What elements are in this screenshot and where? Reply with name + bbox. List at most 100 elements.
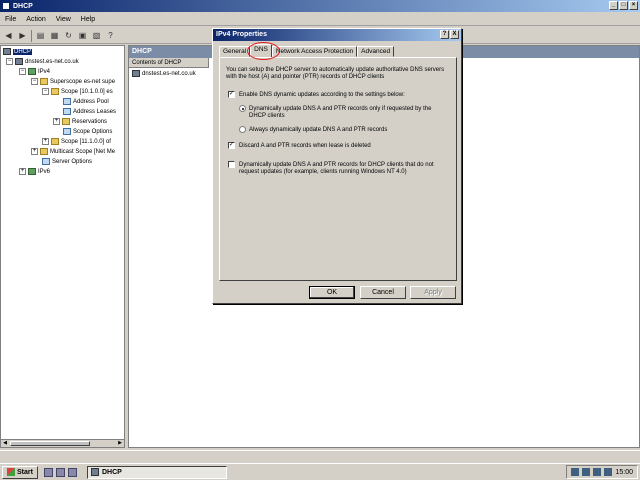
dialog-close-button[interactable]: X: [450, 30, 459, 39]
refresh-icon[interactable]: ↻: [63, 30, 74, 41]
dns-tab-panel: You can setup the DHCP server to automat…: [219, 57, 457, 281]
discard-records-label: Discard A and PTR records when lease is …: [239, 143, 371, 149]
address-pool-icon: [63, 98, 71, 105]
collapse-icon[interactable]: −: [6, 58, 13, 65]
tree-node-scope-10[interactable]: − Scope [10.1.0.0] es: [42, 87, 113, 96]
close-button[interactable]: ×: [629, 1, 638, 10]
always-update-label: Always dynamically update DNS A and PTR …: [249, 127, 388, 133]
collapse-icon[interactable]: −: [19, 68, 26, 75]
scope-icon: [51, 88, 59, 95]
tree-node-server-options[interactable]: Server Options: [42, 157, 92, 166]
ok-button[interactable]: OK: [309, 286, 355, 299]
expand-icon[interactable]: +: [53, 118, 60, 125]
scroll-right-icon[interactable]: ▶: [116, 440, 124, 447]
main-titlebar: DHCP _ □ ×: [0, 0, 640, 12]
toolbar-separator: [31, 29, 32, 42]
console-tree[interactable]: DHCP − dnstest.es-net.co.uk − IPv4 − Sup…: [0, 45, 125, 448]
tree-node-superscope[interactable]: − Superscope es-net supe: [31, 77, 115, 86]
multicast-scope-icon: [40, 148, 48, 155]
dns-intro-text: You can setup the DHCP server to automat…: [226, 67, 445, 80]
update-nonrequesting-checkbox[interactable]: [228, 161, 235, 168]
back-icon[interactable]: ◀: [3, 30, 14, 41]
collapse-icon[interactable]: −: [31, 78, 38, 85]
always-update-radio[interactable]: [239, 126, 246, 133]
server-options-icon: [42, 158, 50, 165]
system-tray: 15:00: [566, 465, 638, 479]
update-nonrequesting-label: Dynamically update DNS A and PTR records…: [239, 162, 434, 175]
dhcp-app-icon: [2, 2, 10, 10]
tree-horizontal-scrollbar[interactable]: ◀ ▶: [1, 439, 124, 447]
update-if-requested-label: Dynamically update DNS A and PTR records…: [249, 106, 432, 119]
tree-node-address-pool[interactable]: Address Pool: [63, 97, 109, 106]
tree-node-server[interactable]: − dnstest.es-net.co.uk: [6, 57, 79, 66]
tree-node-ipv6[interactable]: + IPv6: [19, 167, 50, 176]
tree-node-scope-options[interactable]: Scope Options: [63, 127, 112, 136]
expand-icon[interactable]: +: [19, 168, 26, 175]
show-hide-tree-icon[interactable]: ▦: [49, 30, 60, 41]
show-desktop-icon[interactable]: [43, 467, 53, 477]
expand-icon[interactable]: +: [42, 138, 49, 145]
server-manager-icon[interactable]: [55, 467, 65, 477]
column-header-contents[interactable]: Contents of DHCP: [129, 58, 209, 68]
enable-dns-checkbox[interactable]: ✓: [228, 91, 235, 98]
menu-bar: File Action View Help: [0, 13, 640, 26]
expand-icon[interactable]: +: [31, 148, 38, 155]
dhcp-task-icon: [90, 468, 99, 476]
dialog-controls: ? X: [440, 30, 459, 39]
export-icon[interactable]: ▣: [77, 30, 88, 41]
apply-button[interactable]: Apply: [410, 286, 456, 299]
menu-action[interactable]: Action: [26, 16, 45, 23]
computer-icon[interactable]: [604, 468, 613, 476]
tab-dns[interactable]: DNS: [247, 42, 280, 60]
help-icon[interactable]: ?: [105, 30, 116, 41]
window-controls: _ □ ×: [609, 1, 638, 10]
taskbar: Start DHCP 15:00: [0, 463, 640, 480]
taskbar-item-dhcp[interactable]: DHCP: [86, 465, 227, 479]
dialog-tabs: General DNS Network Access Protection Ad…: [219, 42, 395, 60]
start-button[interactable]: Start: [2, 465, 38, 479]
discard-records-checkbox[interactable]: ✓: [228, 142, 235, 149]
reservations-icon: [62, 118, 70, 125]
minimize-button[interactable]: _: [609, 1, 618, 10]
superscope-icon: [40, 78, 48, 85]
dialog-title: IPv4 Properties: [216, 31, 267, 38]
ipv4-properties-dialog: IPv4 Properties ? X General DNS Network …: [212, 28, 462, 304]
up-icon[interactable]: ▤: [35, 30, 46, 41]
dialog-titlebar: IPv4 Properties ? X: [213, 29, 461, 41]
tree-node-multicast-scope[interactable]: + Multicast Scope [Net Me: [31, 147, 115, 156]
properties-icon[interactable]: ▧: [91, 30, 102, 41]
window-title: DHCP: [13, 2, 33, 10]
server-icon: [132, 70, 140, 77]
tree-node-dhcp[interactable]: DHCP: [3, 47, 33, 56]
tree-node-address-leases[interactable]: Address Leases: [63, 107, 116, 116]
explorer-icon[interactable]: [67, 467, 77, 477]
cancel-button[interactable]: Cancel: [360, 286, 406, 299]
tab-advanced[interactable]: Advanced: [357, 46, 395, 57]
network-icon[interactable]: [571, 468, 580, 476]
forward-icon[interactable]: ▶: [17, 30, 28, 41]
server-icon: [15, 58, 23, 65]
tree-node-ipv4[interactable]: − IPv4: [19, 67, 50, 76]
scroll-left-icon[interactable]: ◀: [1, 440, 9, 447]
address-leases-icon: [63, 108, 71, 115]
volume-icon[interactable]: [582, 468, 591, 476]
clock[interactable]: 15:00: [615, 469, 633, 476]
tab-network-access-protection[interactable]: Network Access Protection: [271, 46, 358, 57]
dhcp-root-icon: [3, 48, 11, 55]
menu-help[interactable]: Help: [81, 16, 95, 23]
quick-launch: [43, 467, 77, 477]
help-button[interactable]: ?: [440, 30, 449, 39]
tab-general[interactable]: General: [219, 46, 251, 57]
security-icon[interactable]: [593, 468, 602, 476]
collapse-icon[interactable]: −: [42, 88, 49, 95]
maximize-button[interactable]: □: [619, 1, 628, 10]
menu-view[interactable]: View: [56, 16, 71, 23]
menu-file[interactable]: File: [5, 16, 16, 23]
status-bar: [0, 450, 640, 462]
tree-node-reservations[interactable]: + Reservations: [53, 117, 107, 126]
update-if-requested-radio[interactable]: [239, 105, 246, 112]
scroll-thumb[interactable]: [10, 441, 90, 446]
ipv6-icon: [28, 168, 36, 175]
scope-options-icon: [63, 128, 71, 135]
tree-node-scope-11[interactable]: + Scope [11.1.0.0] of: [42, 137, 111, 146]
